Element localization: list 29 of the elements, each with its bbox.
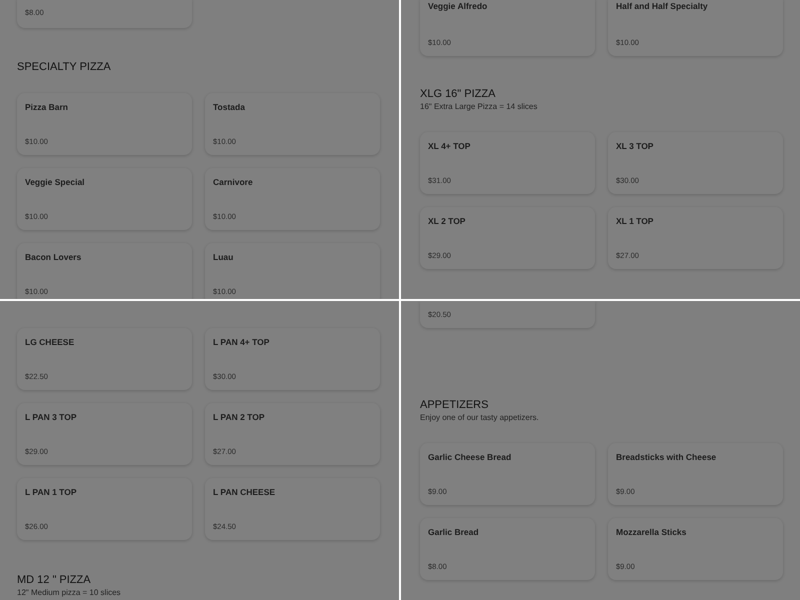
item-name: XL 3 TOP	[616, 141, 654, 152]
item-name: XL 4+ TOP	[428, 141, 472, 152]
item-name: XL 2 TOP	[428, 216, 466, 227]
section-subtitle: 16" Extra Large Pizza = 14 slices	[420, 101, 538, 112]
item-name: L PAN CHEESE	[213, 487, 276, 498]
item-name: XL 1 TOP	[616, 216, 654, 227]
section-title: XLG 16" PIZZA	[420, 87, 496, 101]
item-name: L PAN 4+ TOP	[213, 337, 270, 348]
item-name: Garlic Cheese Bread	[428, 452, 512, 463]
item-name: Bacon Lovers	[25, 252, 82, 263]
item-name: L PAN 2 TOP	[213, 412, 266, 423]
item-name: Tostada	[213, 102, 246, 113]
item-name: Veggie Alfredo	[428, 1, 488, 12]
item-name: Half and Half Specialty	[616, 1, 709, 12]
item-name: Veggie Special	[25, 177, 86, 188]
section-title: SPECIALTY PIZZA	[17, 60, 112, 74]
section-subtitle: Enjoy one of our tasty appetizers.	[420, 412, 540, 423]
item-name: Garlic Bread	[428, 527, 480, 538]
item-name: L PAN 1 TOP	[25, 487, 78, 498]
item-name: Luau	[213, 252, 234, 263]
item-name: LG CHEESE	[25, 337, 76, 348]
section-subtitle: 12" Medium pizza = 10 slices	[17, 587, 122, 598]
item-name: Carnivore	[213, 177, 254, 188]
section-title: APPETIZERS	[420, 398, 490, 412]
item-name: L PAN 3 TOP	[25, 412, 78, 423]
item-name: Pizza Barn	[25, 102, 69, 113]
section-title: MD 12 " PIZZA	[17, 573, 92, 587]
item-name: Mozzarella Sticks	[616, 527, 688, 538]
item-name: Breadsticks with Cheese	[616, 452, 718, 463]
